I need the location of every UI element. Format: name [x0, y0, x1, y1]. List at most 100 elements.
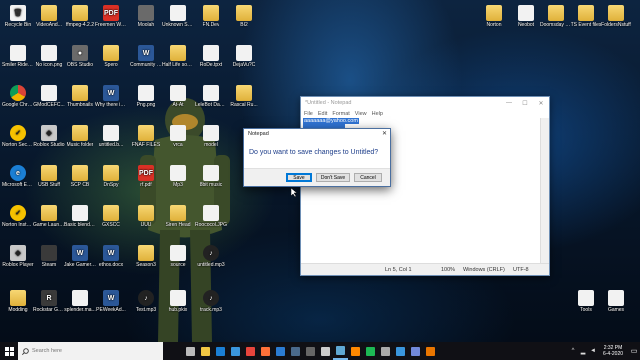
desktop-icon[interactable]: WJake Gamer.docx [64, 245, 96, 268]
desktop-icon[interactable]: source [162, 245, 194, 268]
desktop-icon[interactable]: GModCEFC... [33, 85, 65, 108]
desktop-icon[interactable]: 8bit music [195, 165, 227, 188]
desktop-icon[interactable]: Norton [478, 5, 510, 28]
notepad-icon[interactable] [333, 342, 348, 360]
desktop-icon[interactable]: Game Launchers [33, 205, 65, 228]
close-icon[interactable]: ✕ [533, 100, 549, 107]
desktop-icon[interactable]: W PEWeekAd... [95, 290, 127, 313]
desktop-icon[interactable]: BI2 [228, 5, 260, 28]
desktop-icon[interactable]: Google Chrome [2, 85, 34, 108]
desktop-icon[interactable]: LeleBot Dashboard [195, 85, 227, 108]
volume-icon[interactable]: ◄ [588, 342, 598, 360]
desktop-icon[interactable]: Modding [2, 290, 34, 313]
desktop-icon[interactable]: RRockstar Games [33, 290, 65, 313]
desktop-icon[interactable]: ♪ Test.mp3 [130, 290, 162, 313]
desktop-icon[interactable]: Games [600, 290, 632, 313]
search-input[interactable] [29, 348, 152, 354]
desktop-icon[interactable]: ✓Norton Installa... [2, 205, 34, 228]
spotify-icon[interactable] [363, 342, 378, 360]
save-button[interactable]: Save [286, 173, 312, 182]
desktop-icon[interactable]: UUU [130, 205, 162, 228]
desktop-icon[interactable]: Half Life sounds [162, 45, 194, 68]
menu-help[interactable]: Help [372, 111, 383, 117]
desktop-icon[interactable]: Tools [570, 290, 602, 313]
start-button[interactable] [0, 342, 18, 360]
desktop-icon[interactable]: Spero [95, 45, 127, 68]
desktop-icon[interactable]: PDFFreemen Week 3 [95, 5, 127, 28]
chevron-up-icon[interactable]: ^ [568, 342, 578, 360]
desktop-icon[interactable]: TS Event files [570, 5, 602, 28]
photos-icon[interactable] [393, 342, 408, 360]
firefox-icon[interactable] [258, 342, 273, 360]
menu-format[interactable]: Format [332, 111, 349, 117]
desktop-icon[interactable]: Png.png [130, 85, 162, 108]
desktop-icon[interactable]: vrca [162, 125, 194, 148]
desktop-icon[interactable]: model [195, 125, 227, 148]
desktop-icon[interactable]: FoldersNstuff [600, 5, 632, 28]
desktop-icon[interactable]: untitled.b... [95, 125, 127, 148]
desktop-icon[interactable]: RoDe.tpxt [195, 45, 227, 68]
desktop-icon[interactable]: Doomsday Event Files [540, 5, 572, 28]
desktop-icon[interactable]: At-At [162, 85, 194, 108]
blender-icon[interactable] [423, 342, 438, 360]
desktop-icon[interactable]: Wethos.docx [95, 245, 127, 268]
task-view-icon[interactable] [183, 342, 198, 360]
desktop-icon[interactable]: Season3 [130, 245, 162, 268]
dialog-close-icon[interactable]: ✕ [382, 130, 387, 137]
desktop-icon[interactable]: Unknown Sounds [162, 5, 194, 28]
edge-icon[interactable] [213, 342, 228, 360]
settings-icon[interactable] [378, 342, 393, 360]
desktop-icon[interactable]: ◆ Roblox Studio [33, 125, 65, 148]
desktop-icon[interactable]: Music folder [64, 125, 96, 148]
maximize-icon[interactable]: ☐ [517, 100, 533, 107]
desktop-icon[interactable]: GXSCC [95, 205, 127, 228]
desktop-icon[interactable]: Smiler Ridesims [2, 45, 34, 68]
desktop-icon[interactable]: FNAF FILES [130, 125, 162, 148]
desktop-icon[interactable]: Thumbnails [64, 85, 96, 108]
desktop-icon[interactable]: No icon.png [33, 45, 65, 68]
taskbar-search[interactable] [18, 342, 163, 360]
notification-icon[interactable]: ▭ [628, 347, 640, 355]
menu-edit[interactable]: Edit [318, 111, 327, 117]
cancel-button[interactable]: Cancel [354, 173, 382, 182]
file-explorer-icon[interactable] [198, 342, 213, 360]
desktop-icon[interactable]: e Microsoft Edge [2, 165, 34, 188]
desktop-icon[interactable]: USB Stuff [33, 165, 65, 188]
desktop-icon[interactable]: Basic blender box.txt [64, 205, 96, 228]
desktop-icon[interactable]: FN.Dev [195, 5, 227, 28]
steam-icon[interactable] [288, 342, 303, 360]
desktop-icon[interactable]: ffmpeg-4.2.2 [64, 5, 96, 28]
roblox-icon[interactable] [318, 342, 333, 360]
desktop-icon[interactable]: Moolah [130, 5, 162, 28]
desktop-icon[interactable]: DejaVu?C [228, 45, 260, 68]
desktop-icon[interactable]: WWhy there is Value in Ad... [95, 85, 127, 108]
desktop-icon[interactable]: SCP CB [64, 165, 96, 188]
desktop-icon[interactable]: VideoAnd... [33, 5, 65, 28]
menu-file[interactable]: File [304, 111, 313, 117]
desktop-icon[interactable]: Roococol.JPG [195, 205, 227, 228]
desktop-icon[interactable]: PDF rf.pdf [130, 165, 162, 188]
discord-icon[interactable] [408, 342, 423, 360]
desktop-icon[interactable]: DnSpy [95, 165, 127, 188]
desktop-icon[interactable]: ♪ untitled.mp3 [195, 245, 227, 268]
desktop-icon[interactable]: hub.pkix [162, 290, 194, 313]
desktop-icon[interactable]: ◆ Roblox Player [2, 245, 34, 268]
mail-icon[interactable] [273, 342, 288, 360]
obs-icon[interactable] [303, 342, 318, 360]
chrome-icon[interactable] [243, 342, 258, 360]
vlc-icon[interactable] [348, 342, 363, 360]
notepad-titlebar[interactable]: *Untitled - Notepad — ☐ ✕ [301, 97, 549, 109]
save-changes-dialog[interactable]: Notepad ✕ Do you want to save changes to… [243, 128, 391, 187]
minimize-icon[interactable]: — [501, 100, 517, 107]
desktop-icon[interactable]: Mp3 [162, 165, 194, 188]
desktop-icon[interactable]: splender.ma... [64, 290, 96, 313]
desktop-icon[interactable]: ● OBS Studio [64, 45, 96, 68]
dont-save-button[interactable]: Don't Save [316, 173, 350, 182]
desktop-icon[interactable]: Neobot [510, 5, 542, 28]
menu-view[interactable]: View [355, 111, 367, 117]
store-icon[interactable] [228, 342, 243, 360]
desktop-icon[interactable]: Steam [33, 245, 65, 268]
desktop-icon[interactable]: Rascal Ru... [228, 85, 260, 108]
desktop-icon[interactable]: WCommunity Kindness S... [130, 45, 162, 68]
vertical-scrollbar[interactable] [540, 118, 549, 263]
